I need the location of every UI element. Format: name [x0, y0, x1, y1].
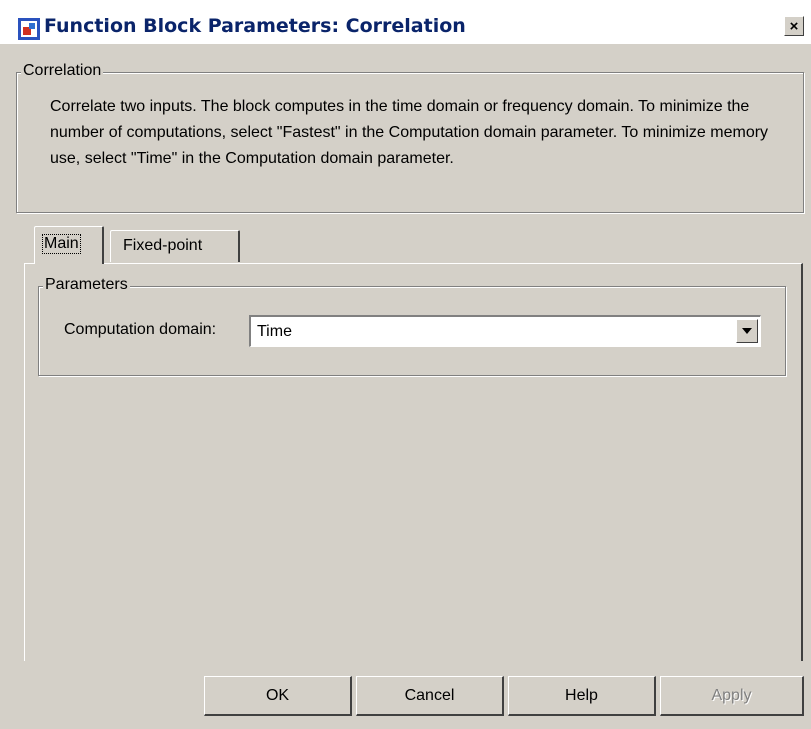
tab-main[interactable]: Main — [34, 226, 104, 264]
simulink-block-icon — [18, 18, 40, 40]
close-button[interactable]: × — [784, 16, 804, 36]
help-button[interactable]: Help — [508, 676, 656, 716]
apply-button-label: Apply — [711, 686, 752, 704]
ok-button[interactable]: OK — [204, 676, 352, 716]
parameters-group-legend: Parameters — [43, 276, 130, 294]
tab-fixed-point[interactable]: Fixed-point — [110, 230, 240, 262]
ok-button-label: OK — [265, 686, 290, 704]
help-button-label: Help — [565, 686, 598, 704]
computation-domain-label: Computation domain: — [64, 321, 217, 338]
computation-domain-value: Time — [257, 323, 292, 340]
cancel-button-label: Cancel — [404, 686, 455, 704]
window-title: Function Block Parameters: Correlation — [44, 15, 466, 37]
apply-button[interactable]: Apply — [660, 676, 804, 716]
close-icon: × — [789, 17, 799, 35]
tab-fixed-point-label: Fixed-point — [123, 237, 203, 254]
title-bar: Function Block Parameters: Correlation × — [0, 0, 811, 44]
block-description: Correlate two inputs. The block computes… — [50, 98, 769, 167]
tab-main-label: Main — [42, 234, 81, 254]
computation-domain-select[interactable]: Time — [249, 315, 761, 347]
chevron-down-icon[interactable] — [736, 319, 758, 343]
description-group-legend: Correlation — [21, 62, 104, 80]
cancel-button[interactable]: Cancel — [356, 676, 504, 716]
